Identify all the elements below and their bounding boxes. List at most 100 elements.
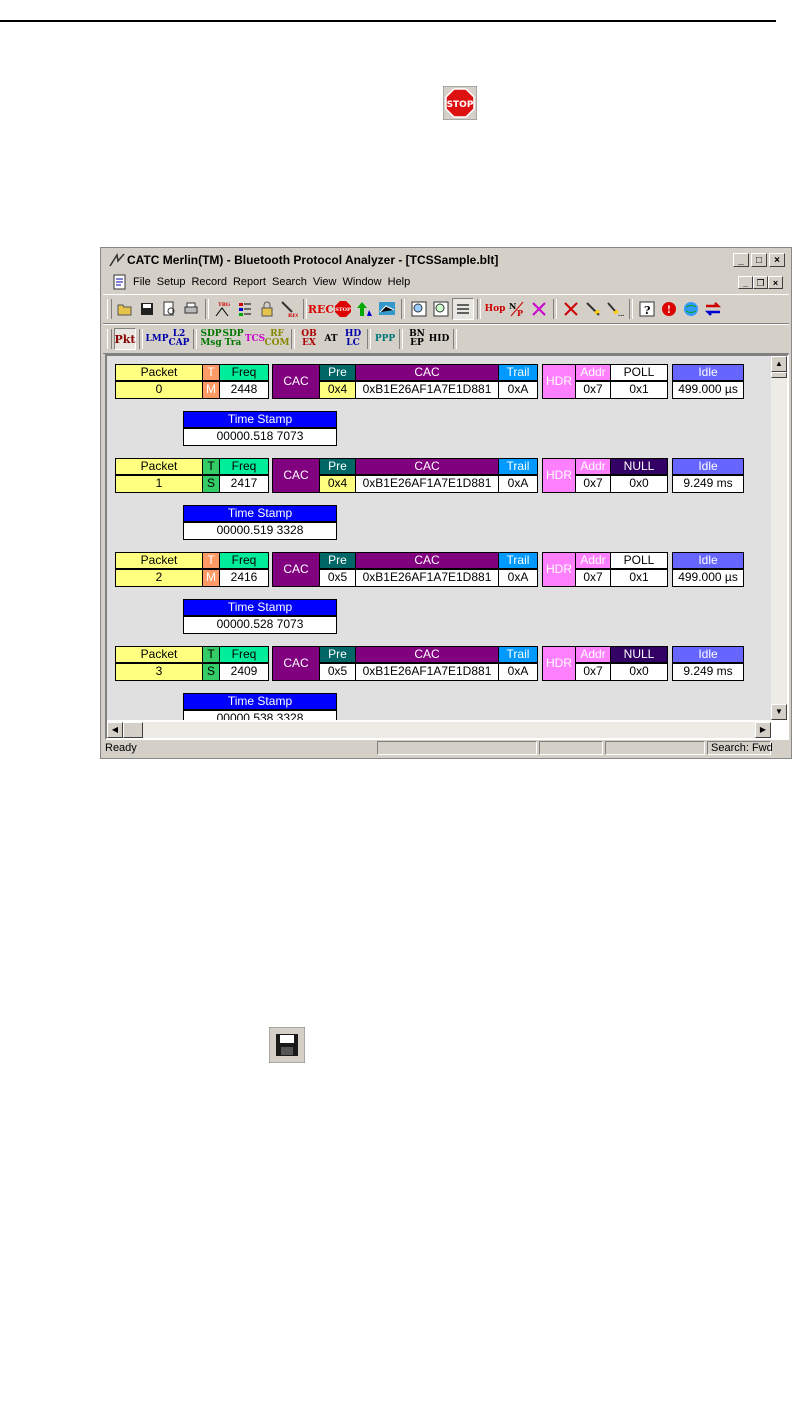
svg-text:?: ? bbox=[644, 304, 650, 317]
toolbar-separator bbox=[139, 329, 143, 349]
vertical-scrollbar[interactable]: ▲ ▼ bbox=[771, 356, 787, 720]
clear-icon[interactable] bbox=[560, 298, 582, 320]
save-icon[interactable] bbox=[136, 298, 158, 320]
scroll-left-arrow[interactable]: ◀ bbox=[107, 722, 123, 738]
lock-icon[interactable] bbox=[256, 298, 278, 320]
wrap-icon[interactable] bbox=[452, 298, 474, 320]
menu-window[interactable]: Window bbox=[343, 276, 388, 288]
swap-icon[interactable] bbox=[702, 298, 724, 320]
alert-icon[interactable]: ! bbox=[658, 298, 680, 320]
cac-label: CAC bbox=[272, 364, 320, 399]
print-icon[interactable] bbox=[180, 298, 202, 320]
status-pane bbox=[605, 741, 705, 755]
menu-help[interactable]: Help bbox=[388, 276, 417, 288]
transmitter-type: M bbox=[202, 381, 220, 399]
addr-header: Addr bbox=[575, 364, 611, 381]
mdi-minimize-button[interactable]: _ bbox=[738, 275, 753, 289]
document-icon[interactable] bbox=[111, 273, 129, 291]
stop-icon: STOP bbox=[443, 86, 477, 120]
menu-report[interactable]: Report bbox=[233, 276, 272, 288]
packet-number: 2 bbox=[115, 569, 203, 587]
status-pane bbox=[539, 741, 603, 755]
scroll-down-arrow[interactable]: ▼ bbox=[771, 704, 787, 720]
addr-value: 0x7 bbox=[575, 569, 611, 587]
maximize-button[interactable]: □ bbox=[751, 253, 767, 267]
cac-value: 0xB1E26AF1A7E1D881 bbox=[355, 475, 499, 493]
mark-more-icon[interactable]: ... bbox=[604, 298, 626, 320]
timestamp-value: 00000.518 7073 bbox=[183, 428, 337, 446]
window-title: CATC Merlin(TM) - Bluetooth Protocol Ana… bbox=[127, 253, 499, 267]
idle-value: 499.000 µs bbox=[672, 569, 744, 587]
mark-icon[interactable] bbox=[582, 298, 604, 320]
trail-header: Trail bbox=[498, 364, 538, 381]
hid-button[interactable]: HID bbox=[428, 328, 450, 350]
obex-button[interactable]: OB EX bbox=[298, 328, 320, 350]
menu-bar: File Setup Record Report Search View Win… bbox=[103, 272, 789, 292]
analyzer-status-icon[interactable] bbox=[376, 298, 398, 320]
trigger-icon[interactable]: TRG bbox=[212, 298, 234, 320]
zoom-out-icon[interactable] bbox=[430, 298, 452, 320]
globe-icon[interactable] bbox=[680, 298, 702, 320]
svg-text:REC: REC bbox=[288, 313, 298, 318]
cross-icon[interactable] bbox=[528, 298, 550, 320]
at-button[interactable]: AT bbox=[320, 328, 342, 350]
packet-header: Packet bbox=[115, 552, 203, 569]
trail-header: Trail bbox=[498, 458, 538, 475]
t-header: T bbox=[202, 364, 220, 381]
filter-icon[interactable] bbox=[234, 298, 256, 320]
ppp-button[interactable]: PPP bbox=[374, 328, 396, 350]
menu-file[interactable]: File bbox=[133, 276, 157, 288]
transmitter-type: S bbox=[202, 663, 220, 681]
menu-search[interactable]: Search bbox=[272, 276, 313, 288]
packet-trace[interactable]: Packet 0 T M Freq 2448 CAC Pre 0x4 CAC 0xB1E26AF1A… bbox=[107, 356, 771, 720]
svg-text:STOP: STOP bbox=[335, 307, 351, 313]
t-header: T bbox=[202, 552, 220, 569]
pre-header: Pre bbox=[319, 552, 356, 569]
toolbar-separator bbox=[193, 329, 197, 349]
stop-record-icon[interactable]: STOP bbox=[332, 298, 354, 320]
menu-view[interactable]: View bbox=[313, 276, 343, 288]
bnep-button[interactable]: BN EP bbox=[406, 328, 428, 350]
idle-value: 9.249 ms bbox=[672, 663, 744, 681]
horizontal-scroll-thumb[interactable] bbox=[123, 722, 143, 738]
hdlc-button[interactable]: HD LC bbox=[342, 328, 364, 350]
addr-value: 0x7 bbox=[575, 381, 611, 399]
idle-header: Idle bbox=[672, 364, 744, 381]
close-button[interactable]: × bbox=[769, 253, 785, 267]
record-icon[interactable]: REC bbox=[308, 298, 334, 320]
vertical-scroll-thumb[interactable] bbox=[771, 372, 787, 378]
record-settings-icon[interactable]: REC bbox=[278, 298, 300, 320]
print-preview-icon[interactable] bbox=[158, 298, 180, 320]
mdi-restore-button[interactable]: ❐ bbox=[753, 275, 768, 289]
lmp-button[interactable]: LMP bbox=[145, 328, 168, 350]
idle-value: 499.000 µs bbox=[672, 381, 744, 399]
menu-record[interactable]: Record bbox=[191, 276, 232, 288]
cac-label: CAC bbox=[272, 458, 320, 493]
hop-icon[interactable]: Hop bbox=[484, 298, 506, 320]
packet-type-header: NULL bbox=[610, 458, 668, 475]
open-icon[interactable] bbox=[114, 298, 136, 320]
sdp-msg-button[interactable]: SDP Msg bbox=[200, 328, 222, 350]
timestamp-value: 00000.528 7073 bbox=[183, 616, 337, 634]
pre-header: Pre bbox=[319, 458, 356, 475]
tcs-button[interactable]: TCS bbox=[244, 328, 266, 350]
rfcom-button[interactable]: RF COM bbox=[265, 328, 290, 350]
freq-header: Freq bbox=[219, 646, 269, 663]
scroll-right-arrow[interactable]: ▶ bbox=[755, 722, 771, 738]
pkt-button[interactable]: Pkt bbox=[114, 328, 136, 350]
menu-setup[interactable]: Setup bbox=[157, 276, 192, 288]
packet-header: Packet bbox=[115, 364, 203, 381]
toolbar-separator bbox=[453, 329, 457, 349]
help-icon[interactable]: ? bbox=[636, 298, 658, 320]
horizontal-scrollbar[interactable]: ◀ ▶ bbox=[107, 722, 771, 738]
nak-icon[interactable]: NP bbox=[506, 298, 528, 320]
l2cap-button[interactable]: L2 CAP bbox=[168, 328, 190, 350]
mdi-close-button[interactable]: × bbox=[768, 275, 783, 289]
sdp-tra-button[interactable]: SDP Tra bbox=[222, 328, 244, 350]
scroll-up-arrow[interactable]: ▲ bbox=[771, 356, 787, 372]
svg-text:...: ... bbox=[618, 311, 624, 317]
svg-text:N: N bbox=[509, 301, 516, 311]
zoom-in-icon[interactable] bbox=[408, 298, 430, 320]
upload-icon[interactable] bbox=[354, 298, 376, 320]
minimize-button[interactable]: _ bbox=[733, 253, 749, 267]
